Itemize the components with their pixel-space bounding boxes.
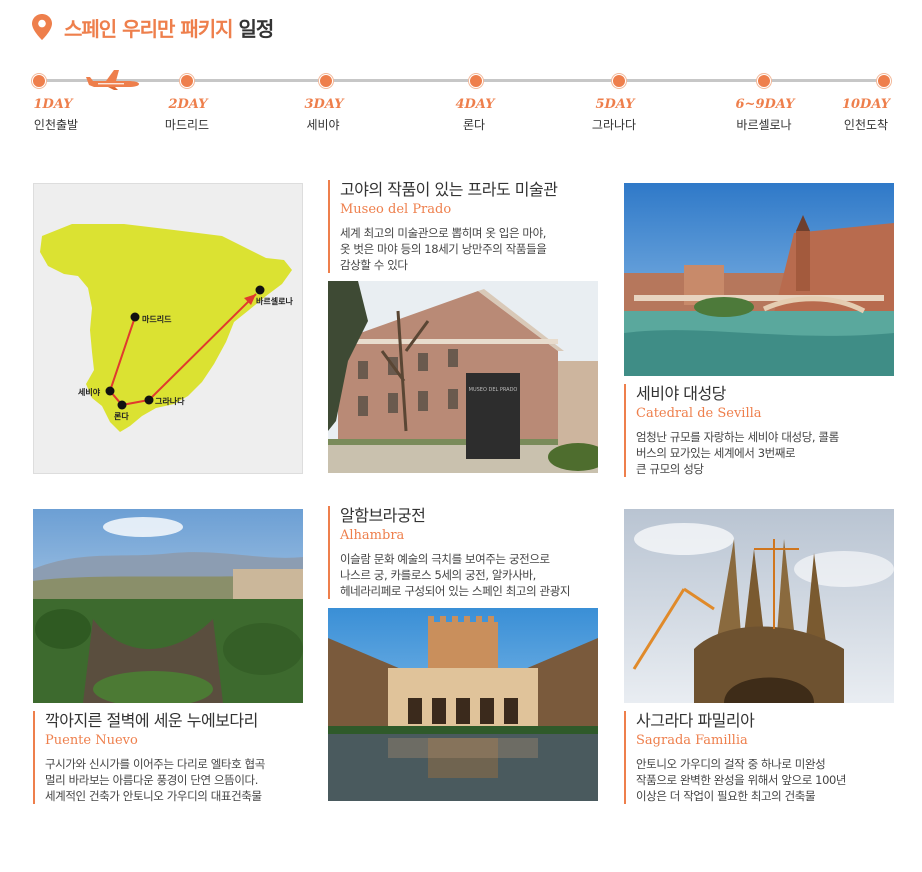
ronda-desc-line: 멀리 바라보는 아름다운 풍경이 단연 으뜸이다. [45, 773, 258, 787]
timeline-dot-4 [469, 74, 483, 88]
timeline-day-label: 5DAY [595, 97, 635, 112]
sagrada-card-text: 사그라다 파밀리아 Sagrada Famillia 안토니오 가우디의 걸작 … [624, 711, 904, 804]
sagrada-familia-photo [624, 509, 894, 703]
map-label-barcelona: 바르셀로나 [256, 296, 293, 306]
timeline-city-label: 마드리드 [164, 118, 210, 132]
city-marker-barcelona [255, 285, 265, 295]
prado-subtitle: Museo del Prado [340, 202, 452, 217]
ronda-card-text: 깍아지른 절벽에 세운 누에보다리 Puente Nuevo 구시가와 신시가를… [33, 711, 313, 804]
timeline-dot-3 [319, 74, 333, 88]
timeline-dot-5 [612, 74, 626, 88]
location-pin-icon [32, 14, 52, 40]
ronda-desc-line: 구시가와 신시가를 이어주는 다리로 엘타호 협곡 [45, 757, 265, 771]
prado-title: 고야의 작품이 있는 프라도 미술관 [340, 180, 558, 199]
city-marker-sevilla [105, 386, 115, 396]
alhambra-desc-line: 이슬람 문화 예술의 극치를 보여주는 궁전으로 [340, 552, 550, 566]
map-label-madrid: 마드리드 [142, 314, 172, 324]
prado-museum-photo: MUSEO DEL PRADO [328, 281, 598, 473]
sagrada-title: 사그라다 파밀리아 [636, 711, 755, 730]
city-marker-granada [144, 395, 154, 405]
timeline-city-label: 론다 [462, 118, 486, 132]
airplane-icon [86, 70, 139, 90]
alhambra-subtitle: Alhambra [340, 528, 405, 543]
itinerary-timeline: 1DAY 인천출발 2DAY 마드리드 3DAY 세비야 4DAY 론다 5DA… [0, 60, 922, 150]
timeline-day-label: 10DAY [841, 97, 891, 112]
map-illustration: 마드리드 세비야 론다 그라나다 바르셀로나 [40, 224, 293, 432]
sagrada-desc-line: 안토니오 가우디의 걸작 중 하나로 미완성 [636, 757, 826, 771]
map-label-granada: 그라나다 [155, 396, 185, 406]
timeline-dot-7 [877, 74, 891, 88]
sevilla-desc-line: 버스의 묘가있는 세계에서 3번째로 [636, 446, 796, 460]
timeline-dot-6 [757, 74, 771, 88]
timeline-city-label: 바르셀로나 [736, 118, 792, 132]
alhambra-title: 알함브라궁전 [340, 506, 426, 525]
prado-sign-text: MUSEO DEL PRADO [469, 387, 518, 393]
map-label-ronda: 론다 [114, 411, 129, 421]
timeline-city-label: 그라나다 [591, 118, 637, 132]
sevilla-desc-line: 엄청난 규모를 자랑하는 세비야 대성당, 콜롬 [636, 430, 839, 444]
city-marker-madrid [130, 312, 140, 322]
timeline-city-label: 세비야 [306, 118, 340, 132]
alhambra-desc-line: 나스르 궁, 카를로스 5세의 궁전, 알카사바, [340, 568, 536, 582]
timeline-day-label: 3DAY [304, 97, 344, 112]
page-title-accent: 스페인 우리만 패키지 [64, 16, 234, 41]
timeline-day-label: 4DAY [455, 97, 495, 112]
prado-card-text: 고야의 작품이 있는 프라도 미술관 Museo del Prado 세계 최고… [328, 180, 608, 273]
timeline-day-label: 6~9DAY [735, 97, 795, 112]
sagrada-subtitle: Sagrada Famillia [636, 733, 748, 748]
timeline-day-label: 2DAY [168, 97, 208, 112]
map-label-sevilla: 세비야 [78, 387, 101, 397]
prado-desc-line: 옷 벗은 마야 등의 18세기 낭만주의 작품들을 [340, 242, 547, 256]
alhambra-card-text: 알함브라궁전 Alhambra 이슬람 문화 예술의 극치를 보여주는 궁전으로… [328, 506, 608, 599]
sagrada-desc-line: 작품으로 완벽한 완성을 위해서 앞으로 100년 [636, 773, 847, 787]
ronda-title: 깍아지른 절벽에 세운 누에보다리 [45, 711, 258, 730]
sevilla-cathedral-photo [624, 183, 894, 376]
page-title: 일정 [238, 16, 275, 41]
sevilla-card-text: 세비야 대성당 Catedral de Sevilla 엄청난 규모를 자랑하는… [624, 384, 904, 477]
alhambra-desc-line: 헤네라리페로 구성되어 있는 스페인 최고의 관광지 [340, 584, 571, 598]
timeline-city-label: 인천출발 [33, 118, 79, 132]
city-marker-ronda [117, 400, 127, 410]
sevilla-desc-line: 큰 규모의 성당 [636, 462, 704, 476]
timeline-day-label: 1DAY [33, 97, 73, 112]
ronda-subtitle: Puente Nuevo [45, 733, 138, 748]
page-header: 스페인 우리만 패키지 일정 [32, 12, 275, 42]
timeline-city-label: 인천도착 [843, 118, 889, 132]
spain-route-map: 마드리드 세비야 론다 그라나다 바르셀로나 [33, 183, 303, 474]
timeline-dot-1 [32, 74, 46, 88]
timeline-dot-2 [180, 74, 194, 88]
prado-desc-line: 세계 최고의 미술관으로 뽑히며 옷 입은 마야, [340, 226, 547, 240]
sevilla-title: 세비야 대성당 [636, 384, 726, 403]
sagrada-desc-line: 이상은 더 작업이 필요한 최고의 건축물 [636, 789, 816, 803]
sevilla-subtitle: Catedral de Sevilla [636, 406, 762, 421]
alhambra-photo [328, 608, 598, 801]
ronda-desc-line: 세계적인 건축가 안토니오 가우디의 대표건축물 [45, 789, 262, 803]
prado-desc-line: 감상할 수 있다 [340, 258, 408, 272]
puente-nuevo-photo [33, 509, 303, 703]
